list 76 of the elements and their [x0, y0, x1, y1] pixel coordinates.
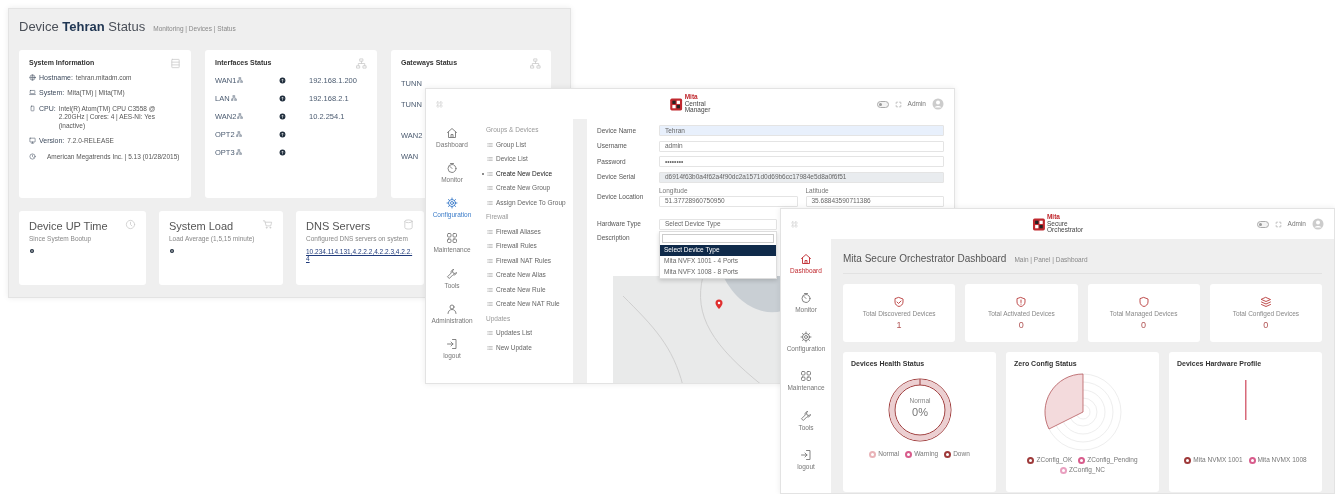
- spinner-icon: [169, 247, 175, 254]
- status-up-icon: [279, 131, 286, 138]
- shield-check-icon: [893, 295, 906, 308]
- stat-value: 0: [1018, 319, 1024, 331]
- grid-icon: [800, 370, 812, 383]
- list-icon: [487, 272, 493, 279]
- stat-value: 0: [1263, 319, 1269, 331]
- stat-title: System Load: [169, 219, 234, 233]
- settings-icon: [446, 197, 458, 210]
- wrench-icon: [800, 409, 812, 422]
- logout-icon: [446, 337, 458, 350]
- donut-chart-drawing: [888, 378, 951, 442]
- shield-alert-icon: [1015, 295, 1028, 308]
- stat-value: 0: [1141, 319, 1147, 331]
- status-up-icon: [279, 113, 286, 120]
- laptop-icon: [29, 89, 36, 97]
- list-icon: [487, 344, 493, 351]
- server-icon: [170, 57, 181, 69]
- logo-icon: [669, 97, 683, 111]
- home-icon: [446, 127, 458, 139]
- status-up-icon: [279, 149, 286, 156]
- list-icon: [487, 199, 493, 206]
- network-icon: [237, 113, 244, 120]
- grid-icon: [446, 232, 458, 245]
- gauge-icon: [446, 162, 458, 175]
- list-icon: [487, 228, 493, 235]
- status-up-icon: [279, 77, 286, 84]
- avatar-icon: [932, 98, 944, 110]
- page-title: Mita Secure Orchestrator Dashboard: [843, 253, 1007, 265]
- list-icon: [487, 330, 493, 337]
- database-icon: [403, 218, 414, 230]
- network-icon: [237, 77, 244, 84]
- globe-icon: [29, 74, 36, 81]
- home-icon: [800, 253, 812, 265]
- avatar-icon: [1312, 218, 1324, 230]
- fullscreen-icon: [1274, 220, 1282, 228]
- chip-icon: [29, 104, 36, 112]
- monitor-icon: [29, 137, 36, 145]
- layers-icon: [1259, 295, 1272, 308]
- list-icon: [487, 301, 493, 308]
- network-icon: [235, 131, 242, 138]
- user-icon: [446, 302, 458, 315]
- grid-icon: [791, 220, 798, 228]
- chart-center-value: 0%: [911, 406, 928, 419]
- list-icon: [487, 185, 493, 192]
- theme-toggle[interactable]: [1256, 220, 1269, 228]
- list-icon: [487, 257, 493, 264]
- map-pin-icon: [713, 298, 725, 311]
- network-icon: [235, 149, 242, 156]
- logout-icon: [800, 448, 812, 461]
- grid-icon: [436, 100, 443, 108]
- clock-icon: [125, 218, 136, 230]
- stat-title: DNS Servers: [306, 219, 371, 233]
- clock-icon: [29, 152, 36, 160]
- logo-icon: [1031, 217, 1045, 231]
- search-field[interactable]: [662, 233, 774, 243]
- network-icon: [356, 57, 367, 69]
- list-icon: [487, 243, 493, 250]
- fullscreen-icon: [894, 100, 902, 108]
- theme-toggle[interactable]: [876, 100, 889, 108]
- stat-value: 1: [896, 319, 902, 331]
- status-up-icon: [279, 95, 286, 102]
- wrench-icon: [446, 267, 458, 280]
- network-icon: [530, 57, 541, 69]
- list-icon: [487, 170, 493, 177]
- list-icon: [487, 156, 493, 163]
- list-icon: [487, 286, 493, 293]
- stat-title: Device UP Time: [29, 219, 108, 233]
- page-title: Device Tehran Status: [19, 19, 146, 35]
- settings-icon: [800, 331, 812, 344]
- network-icon: [230, 95, 237, 102]
- list-icon: [487, 141, 493, 148]
- shield-icon: [1137, 295, 1150, 308]
- spinner-icon: [29, 247, 35, 254]
- gauge-icon: [800, 292, 812, 305]
- cart-icon: [262, 218, 273, 230]
